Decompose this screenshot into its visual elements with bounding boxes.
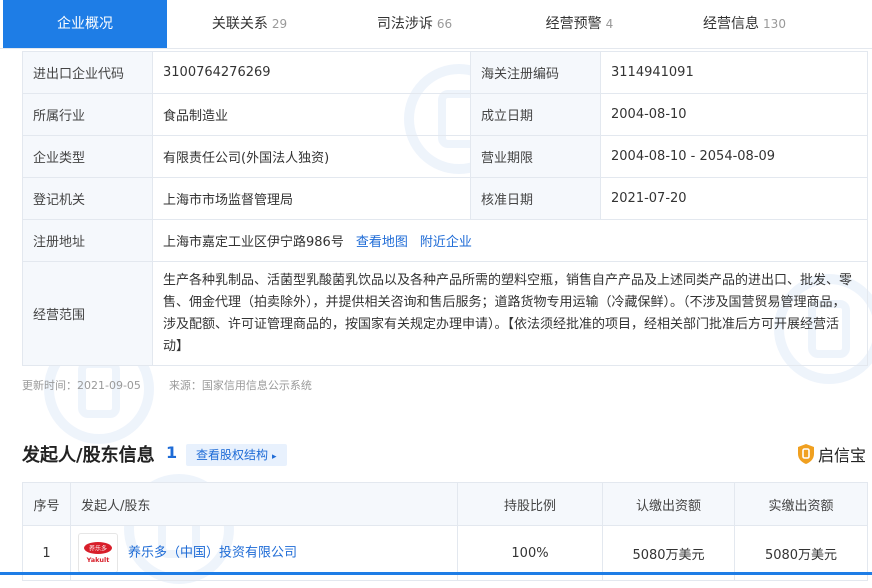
tab-risk-warning[interactable]: 经营预警 4 [497,0,662,48]
brand-logo: 启信宝 [797,442,866,466]
field-label: 营业期限 [470,135,601,178]
tab-count: 130 [763,17,786,31]
column-header: 实缴出资额 [734,482,868,526]
import-export-code: 3100764276269 [152,51,471,94]
tab-bar: 企业概况 关联关系 29 司法涉诉 66 经营预警 4 经营信息 130 [0,0,872,49]
tab-count: 66 [436,17,453,31]
industry-value: 食品制造业 [152,93,471,136]
tab-relations[interactable]: 关联关系 29 [167,0,332,48]
business-term: 2004-08-10 - 2054-08-09 [600,135,868,178]
table-row: 登记机关 上海市市场监督管理局 核准日期 2021-07-20 [22,177,868,220]
table-row: 经营范围 生产各种乳制品、活菌型乳酸菌乳饮品以及各种产品所需的塑料空瓶，销售自产… [22,261,868,366]
tab-label: 企业概况 [57,16,113,32]
field-label: 成立日期 [470,93,601,136]
update-meta: 更新时间：2021-09-05 来源：国家信用信息公示系统 [22,377,312,393]
shareholder-name-link[interactable]: 养乐多（中国）投资有限公司 [128,546,297,561]
table-row: 注册地址 上海市嘉定工业区伊宁路986号 查看地图 附近企业 [22,219,868,262]
field-label: 所属行业 [22,93,153,136]
caret-right-icon: ▸ [272,452,277,462]
brand-name: 启信宝 [817,446,866,465]
svg-text:养乐多: 养乐多 [89,545,107,553]
tab-business-info[interactable]: 经营信息 130 [662,0,827,48]
table-row: 进出口企业代码 3100764276269 海关注册编码 3114941091 [22,51,868,94]
tab-label: 司法涉诉 [376,16,433,32]
tab-label: 经营信息 [703,16,760,32]
section-title: 发起人/股东信息 [22,445,155,466]
view-equity-structure-button[interactable]: 查看股权结构 ▸ [186,444,287,466]
business-scope: 生产各种乳制品、活菌型乳酸菌乳饮品以及各种产品所需的塑料空瓶，销售自产产品及上述… [152,261,868,366]
tab-overview[interactable]: 企业概况 [3,0,167,48]
column-header: 认缴出资额 [602,482,735,526]
shareholders-table: 序号 发起人/股东 持股比例 认缴出资额 实缴出资额 1 养乐多 Yakult … [22,482,868,581]
address-cell: 上海市嘉定工业区伊宁路986号 查看地图 附近企业 [152,219,868,262]
established-date: 2004-08-10 [600,93,868,136]
tab-litigation[interactable]: 司法涉诉 66 [332,0,497,48]
table-header-row: 序号 发起人/股东 持股比例 认缴出资额 实缴出资额 [22,482,868,526]
field-label: 进出口企业代码 [22,51,153,94]
view-map-link[interactable]: 查看地图 [356,235,408,250]
approval-date: 2021-07-20 [600,177,868,220]
column-header: 序号 [22,482,71,526]
company-logo: 养乐多 Yakult [78,533,118,573]
table-row: 所属行业 食品制造业 成立日期 2004-08-10 [22,93,868,136]
tab-count: 4 [605,17,614,31]
column-header: 发起人/股东 [70,482,458,526]
authority-value: 上海市市场监督管理局 [152,177,471,220]
tab-count: 29 [271,17,288,31]
nearby-companies-link[interactable]: 附近企业 [420,235,472,250]
equity-button-label: 查看股权结构 [196,448,269,462]
column-header: 持股比例 [457,482,603,526]
data-source: 来源：国家信用信息公示系统 [168,379,312,392]
shareholder-count: 1 [166,443,178,462]
field-label: 登记机关 [22,177,153,220]
tab-label: 关联关系 [211,16,268,32]
company-type-value: 有限责任公司(外国法人独资) [152,135,471,178]
field-label: 企业类型 [22,135,153,178]
company-info-table: 进出口企业代码 3100764276269 海关注册编码 3114941091 … [22,51,868,366]
field-label: 注册地址 [22,219,153,262]
table-row: 企业类型 有限责任公司(外国法人独资) 营业期限 2004-08-10 - 20… [22,135,868,178]
field-label: 核准日期 [470,177,601,220]
tab-label: 经营预警 [545,16,602,32]
svg-text:Yakult: Yakult [86,556,110,564]
update-time: 更新时间：2021-09-05 [22,379,141,392]
qixinbao-shield-icon [797,444,814,464]
yakult-logo-icon: 养乐多 Yakult [84,542,112,564]
customs-code: 3114941091 [600,51,868,94]
field-label: 海关注册编码 [470,51,601,94]
field-label: 经营范围 [22,261,153,366]
address-value: 上海市嘉定工业区伊宁路986号 [163,235,344,250]
